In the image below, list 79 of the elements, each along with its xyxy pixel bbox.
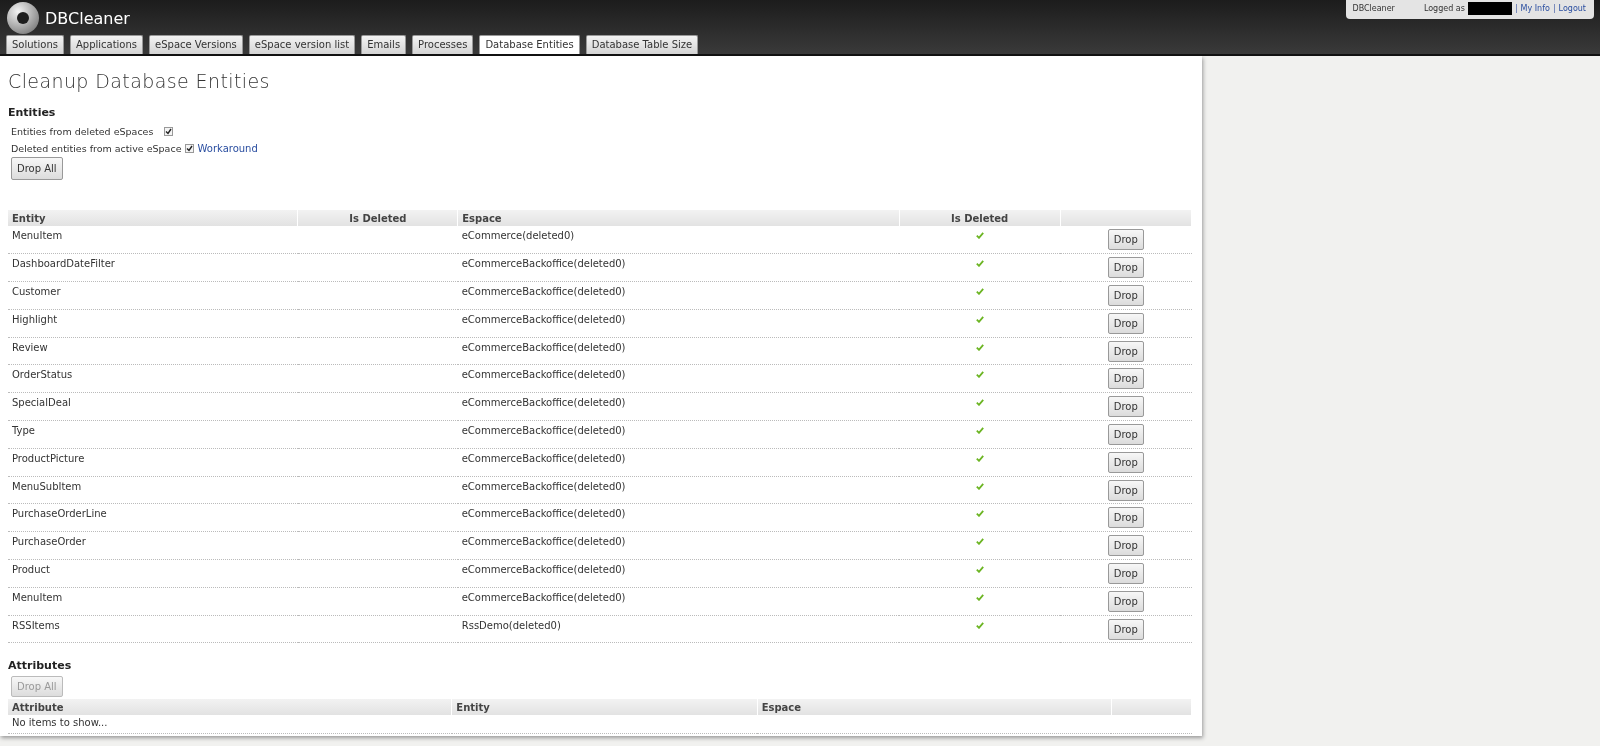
entity-cell: SpecialDeal	[8, 392, 298, 421]
espace-cell: eCommerceBackoffice(deleted0)	[457, 337, 900, 365]
entity-cell: MenuItem	[8, 587, 298, 616]
espace-cell: eCommerceBackoffice(deleted0)	[457, 559, 900, 588]
user-bar-app-name: DBCleaner	[1352, 4, 1395, 13]
espace-cell: eCommerce(deleted0)	[457, 226, 900, 254]
drop-button[interactable]: Drop	[1107, 618, 1144, 640]
column-header: Is Deleted	[297, 210, 458, 226]
entity-cell: DashboardDateFilter	[8, 253, 298, 282]
option-label: Deleted entities from active eSpace	[11, 143, 182, 154]
checkbox[interactable]	[184, 144, 194, 153]
espace-cell: eCommerceBackoffice(deleted0)	[457, 531, 900, 560]
app-title: DBCleaner	[45, 8, 130, 28]
entity-cell: OrderStatus	[8, 365, 298, 393]
user-link[interactable]: My Info	[1520, 4, 1550, 13]
drop-button[interactable]: Drop	[1107, 396, 1144, 418]
espace-cell: eCommerceBackoffice(deleted0)	[457, 503, 900, 532]
nav-tab[interactable]: Solutions	[6, 35, 64, 54]
page-title: Cleanup Database Entities	[8, 70, 271, 92]
workaround-link[interactable]: Workaround	[197, 143, 258, 154]
column-header: Attribute	[8, 699, 452, 716]
espace-cell: eCommerceBackoffice(deleted0)	[457, 476, 900, 504]
espace-cell: eCommerceBackoffice(deleted0)	[457, 309, 900, 338]
drop-button[interactable]: Drop	[1107, 257, 1144, 279]
drop-button[interactable]: Drop	[1107, 312, 1144, 334]
column-header: Espace	[457, 210, 900, 226]
nav-tab[interactable]: eSpace Versions	[149, 35, 243, 54]
column-header: Entity	[451, 699, 758, 716]
column-header: Is Deleted	[899, 210, 1061, 226]
nav-tab[interactable]: Processes	[412, 35, 474, 54]
espace-cell: RssDemo(deleted0)	[457, 615, 900, 643]
drop-button[interactable]: Drop	[1107, 451, 1144, 473]
espace-cell: eCommerceBackoffice(deleted0)	[457, 253, 900, 282]
nav-tab[interactable]: Database Entities	[479, 35, 580, 54]
entity-cell: MenuItem	[8, 226, 298, 254]
drop-button[interactable]: Drop	[1107, 340, 1144, 362]
entity-cell: PurchaseOrderLine	[8, 503, 298, 532]
column-header: Entity	[8, 210, 298, 226]
section-heading: Attributes	[8, 659, 73, 673]
drop-button[interactable]: Drop	[1107, 229, 1144, 250]
option-label: Entities from deleted eSpaces	[11, 126, 155, 137]
espace-cell: eCommerceBackoffice(deleted0)	[457, 365, 900, 393]
nav-tab[interactable]: eSpace version list	[248, 35, 356, 54]
espace-cell: eCommerceBackoffice(deleted0)	[457, 587, 900, 616]
entity-cell: RSSItems	[8, 615, 298, 643]
nav-tab[interactable]: Database Table Size	[585, 35, 699, 54]
espace-cell: eCommerceBackoffice(deleted0)	[457, 420, 900, 449]
drop-button[interactable]: Drop	[1107, 368, 1144, 390]
entity-cell: Customer	[8, 281, 298, 310]
entity-cell: Product	[8, 559, 298, 588]
espace-cell: eCommerceBackoffice(deleted0)	[457, 281, 900, 310]
column-header: Espace	[757, 699, 1111, 716]
disc-logo-icon	[6, 1, 40, 35]
entity-cell: Type	[8, 420, 298, 449]
drop-all-button[interactable]: Drop All	[11, 157, 63, 180]
drop-button[interactable]: Drop	[1107, 285, 1144, 307]
drop-button[interactable]: Drop	[1107, 507, 1144, 529]
nav-tab[interactable]: Applications	[69, 35, 144, 54]
entity-cell: Highlight	[8, 309, 298, 338]
drop-button[interactable]: Drop	[1107, 479, 1144, 501]
espace-cell: eCommerceBackoffice(deleted0)	[457, 392, 900, 421]
redaction-bar	[1467, 2, 1512, 15]
section-heading: Entities	[8, 106, 57, 119]
drop-button[interactable]: Drop	[1107, 563, 1144, 585]
drop-button[interactable]: Drop	[1107, 535, 1144, 557]
entity-cell: Review	[8, 337, 298, 365]
empty-message: No items to show...	[12, 717, 108, 729]
user-link[interactable]: Logout	[1558, 4, 1586, 13]
logged-as-label: Logged as	[1423, 4, 1465, 13]
entity-cell: PurchaseOrder	[8, 531, 298, 560]
drop-button[interactable]: Drop	[1107, 424, 1144, 446]
nav-tab[interactable]: Emails	[361, 35, 407, 54]
entity-cell: MenuSubItem	[8, 476, 298, 504]
espace-cell: eCommerceBackoffice(deleted0)	[457, 448, 900, 477]
drop-button[interactable]: Drop	[1107, 590, 1144, 612]
separator: |	[1514, 4, 1518, 13]
entity-cell: ProductPicture	[8, 448, 298, 477]
checkbox[interactable]	[164, 127, 173, 136]
separator: |	[1552, 4, 1556, 13]
